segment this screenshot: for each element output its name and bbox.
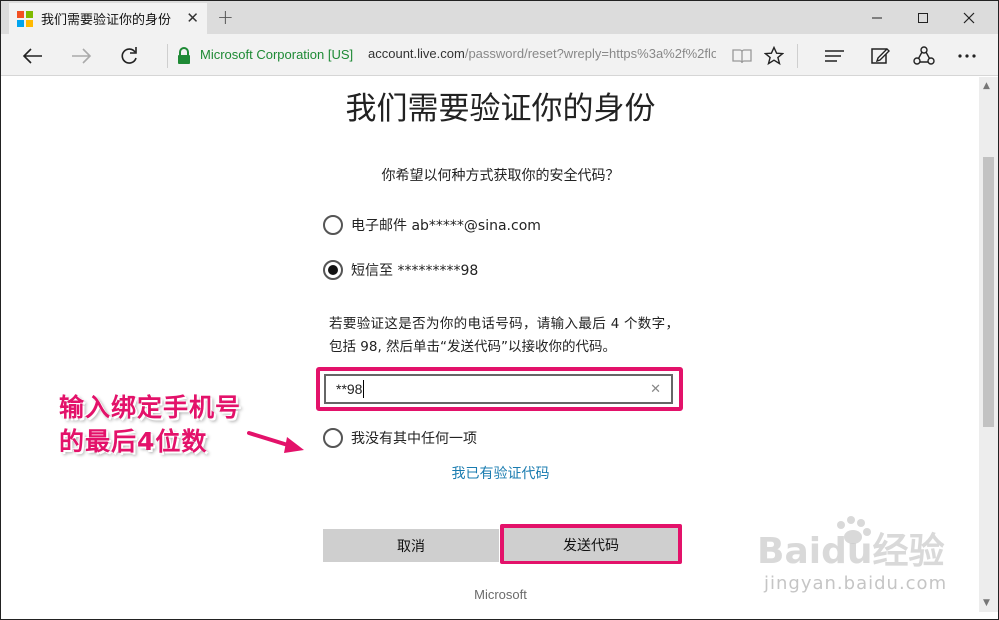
- maximize-icon: [918, 12, 928, 23]
- browser-window: 我们需要验证你的身份 ✕ + Microsoft Corporation [US…: [0, 0, 999, 620]
- scroll-up-icon[interactable]: ▲: [983, 81, 990, 91]
- reading-view-icon: [732, 49, 752, 64]
- toolbar-separator: [797, 44, 798, 68]
- address-bar: Microsoft Corporation [US] account.live.…: [1, 34, 998, 76]
- page-title: 我们需要验证你的身份: [345, 91, 656, 127]
- window-close-button[interactable]: [946, 1, 992, 34]
- certificate-name[interactable]: Microsoft Corporation [US]: [200, 47, 353, 62]
- scroll-down-icon[interactable]: ▼: [983, 598, 990, 608]
- phone-digits-input[interactable]: **98 ✕: [324, 374, 673, 404]
- input-value: **98: [336, 381, 363, 397]
- url-host: account.live.com: [368, 46, 465, 61]
- have-code-link[interactable]: 我已有验证代码: [1, 463, 998, 483]
- radio-none[interactable]: [323, 428, 343, 448]
- reading-view-button[interactable]: [729, 43, 755, 69]
- refresh-button[interactable]: [115, 42, 143, 70]
- watermark-brand: Baidu经验: [757, 531, 944, 572]
- option-email-label: 电子邮件 ab*****@sina.com: [351, 218, 541, 234]
- more-button[interactable]: [954, 43, 980, 69]
- hub-icon: [825, 50, 844, 62]
- star-icon: [764, 46, 784, 66]
- web-note-button[interactable]: [867, 43, 893, 69]
- microsoft-logo-icon: [17, 10, 33, 27]
- option-sms-label: 短信至 *********98: [351, 263, 479, 279]
- option-email[interactable]: 电子邮件 ab*****@sina.com: [323, 215, 541, 235]
- minimize-icon: [872, 17, 882, 18]
- maximize-button[interactable]: [900, 1, 946, 34]
- method-question: 你希望以何种方式获取你的安全代码？: [381, 168, 620, 184]
- browser-tab-active[interactable]: 我们需要验证你的身份 ✕: [9, 3, 207, 34]
- url-field[interactable]: account.live.com/password/reset?wreply=h…: [368, 46, 716, 61]
- cancel-button[interactable]: 取消: [323, 529, 499, 562]
- new-tab-button[interactable]: +: [217, 5, 234, 29]
- scroll-thumb[interactable]: [983, 157, 994, 427]
- annotation-line-1: 输入绑定手机号: [59, 393, 242, 422]
- send-code-button[interactable]: 发送代码: [504, 528, 678, 561]
- share-icon: [913, 46, 935, 65]
- option-none-label: 我没有其中任何一项: [351, 431, 477, 447]
- radio-sms[interactable]: [323, 260, 343, 280]
- back-arrow-icon: [22, 48, 42, 64]
- verification-hint: 若要验证这是否为你的电话号码，请输入最后 4 个数字，包括 98, 然后单击“发…: [329, 316, 679, 355]
- baidu-jingyan-watermark: Baidu经验: [757, 516, 944, 572]
- clear-input-icon[interactable]: ✕: [650, 381, 661, 397]
- option-sms[interactable]: 短信至 *********98: [323, 260, 478, 280]
- favorite-button[interactable]: [761, 43, 787, 69]
- web-note-icon: [871, 48, 890, 64]
- minimize-button[interactable]: [854, 1, 900, 34]
- address-separator: [167, 44, 168, 68]
- annotation-arrow-icon: [247, 431, 304, 453]
- back-button[interactable]: [19, 42, 47, 70]
- annotation-text: 输入绑定手机号 的最后4位数: [59, 391, 241, 459]
- watermark-site: jingyan.baidu.com: [764, 573, 948, 594]
- forward-button[interactable]: [67, 42, 95, 70]
- tab-title: 我们需要验证你的身份: [41, 13, 172, 28]
- refresh-icon: [121, 47, 137, 64]
- lock-icon[interactable]: [177, 47, 191, 68]
- more-dots-icon: [958, 54, 976, 58]
- option-none[interactable]: 我没有其中任何一项: [323, 428, 477, 448]
- radio-email[interactable]: [323, 215, 343, 235]
- hub-button[interactable]: [822, 43, 848, 69]
- share-button[interactable]: [911, 43, 937, 69]
- vertical-scrollbar[interactable]: ▲ ▼: [979, 77, 998, 612]
- tab-close-icon[interactable]: ✕: [186, 9, 199, 27]
- tab-strip: 我们需要验证你的身份 ✕ +: [1, 1, 998, 34]
- window-close-icon: [963, 12, 975, 23]
- forward-arrow-icon: [72, 48, 92, 64]
- text-caret: [363, 380, 365, 398]
- annotation-line-2: 的最后4位数: [59, 427, 208, 456]
- url-path: /password/reset?wreply=https%3a%2f%2flog: [464, 46, 716, 61]
- highlight-frame-input: **98 ✕: [316, 367, 683, 411]
